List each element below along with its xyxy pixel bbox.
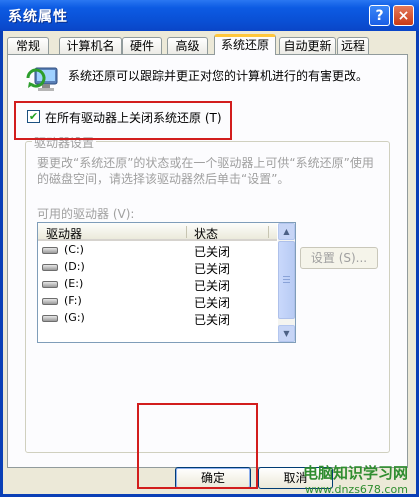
- tab-general[interactable]: 常规: [7, 37, 49, 54]
- site-watermark: 电脑知识学习网 www.dnzs678.com: [301, 462, 419, 497]
- settings-button[interactable]: 设置 (S)...: [300, 247, 378, 269]
- hard-drive-icon: [42, 264, 58, 271]
- window-title: 系统属性: [8, 9, 68, 25]
- hard-drive-icon: [42, 247, 58, 254]
- drive-name: (E:): [64, 277, 84, 290]
- drive-row[interactable]: (C:) 已关闭: [38, 242, 277, 259]
- tab-advanced[interactable]: 高级: [167, 37, 208, 54]
- drive-row[interactable]: (F:) 已关闭: [38, 293, 277, 310]
- turn-off-restore-label[interactable]: 在所有驱动器上关闭系统还原 (T): [45, 109, 222, 126]
- system-properties-window: 系统属性 ? × 常规 计算机名 硬件 高级 系统还原 自动更新 远程 系统还原…: [0, 0, 419, 497]
- drive-row[interactable]: (G:) 已关闭: [38, 310, 277, 327]
- intro-text: 系统还原可以跟踪并更正对您的计算机进行的有害更改。: [68, 69, 369, 83]
- watermark-title: 电脑知识学习网: [303, 464, 409, 482]
- scroll-down-arrow-icon[interactable]: ▼: [278, 325, 295, 342]
- hard-drive-icon: [42, 315, 58, 322]
- drives-list-header: 驱动器 状态: [38, 223, 277, 241]
- ok-button[interactable]: 确定: [175, 467, 251, 489]
- drive-status: 已关闭: [194, 245, 231, 259]
- tab-computer-name[interactable]: 计算机名: [59, 37, 122, 54]
- drive-settings-description: 要更改“系统还原”的状态或在一个驱动器上可供“系统还原”使用的磁盘空间，请选择该…: [37, 156, 374, 186]
- drive-status: 已关闭: [194, 313, 231, 327]
- column-status[interactable]: 状态: [194, 225, 218, 242]
- drive-name: (C:): [64, 243, 84, 256]
- close-button[interactable]: ×: [393, 5, 414, 26]
- drive-row[interactable]: (E:) 已关闭: [38, 276, 277, 293]
- drive-settings-title: 驱动器设置: [32, 134, 97, 151]
- drive-name: (D:): [64, 260, 85, 273]
- help-button[interactable]: ?: [369, 5, 390, 26]
- drive-name: (F:): [64, 294, 82, 307]
- tab-automatic-updates[interactable]: 自动更新: [279, 37, 336, 54]
- system-restore-panel: 系统还原可以跟踪并更正对您的计算机进行的有害更改。 ✔ 在所有驱动器上关闭系统还…: [7, 54, 408, 468]
- watermark-url: www.dnzs678.com: [305, 483, 408, 496]
- drive-status: 已关闭: [194, 262, 231, 276]
- dialog-client-area: 常规 计算机名 硬件 高级 系统还原 自动更新 远程 系统还原可以跟踪并更正对您…: [3, 31, 416, 494]
- available-drives-label: 可用的驱动器 (V):: [37, 207, 135, 221]
- hard-drive-icon: [42, 281, 58, 288]
- tab-remote[interactable]: 远程: [337, 37, 369, 54]
- drive-status: 已关闭: [194, 279, 231, 293]
- drive-row[interactable]: (D:) 已关闭: [38, 259, 277, 276]
- drive-name: (G:): [64, 311, 85, 324]
- column-drive[interactable]: 驱动器: [46, 225, 82, 242]
- scroll-up-arrow-icon[interactable]: ▲: [278, 223, 295, 240]
- system-restore-icon: [26, 67, 58, 91]
- hard-drive-icon: [42, 298, 58, 305]
- drives-listview[interactable]: 驱动器 状态 (C:) 已关闭 (D:) 已关闭 (E:) 已关闭 (F:) 已…: [37, 222, 296, 343]
- scrollbar-thumb[interactable]: [278, 241, 295, 319]
- tab-hardware[interactable]: 硬件: [122, 37, 162, 54]
- title-bar[interactable]: 系统属性 ? ×: [0, 0, 419, 31]
- drive-status: 已关闭: [194, 296, 231, 310]
- drives-scrollbar[interactable]: ▲ ▼: [278, 223, 295, 342]
- turn-off-restore-checkbox[interactable]: ✔: [27, 110, 40, 123]
- tab-system-restore[interactable]: 系统还原: [214, 34, 276, 55]
